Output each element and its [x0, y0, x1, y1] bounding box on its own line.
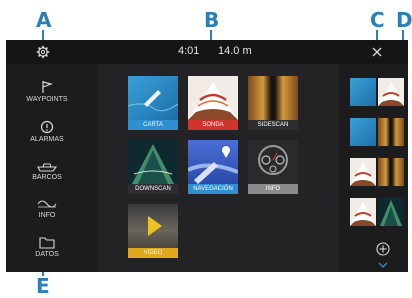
favorite-sidescan-half	[378, 158, 404, 186]
favorite-chart-half	[350, 78, 376, 106]
sidebar-item-waypoints[interactable]: WAYPOINTS	[12, 80, 82, 103]
app-tile-label: VIDEO	[128, 248, 178, 258]
sidebar-item-info[interactable]: INFO	[12, 198, 82, 219]
favorite-chart-sonar[interactable]	[350, 78, 404, 106]
depth-readout: 14.0 m	[218, 45, 252, 57]
device-screen: 4:01 14.0 m WAYPOINTS ALARMAS BARCOS INF…	[6, 40, 408, 272]
favorite-sonar-half	[350, 158, 376, 186]
callout-b: B	[204, 8, 220, 32]
sidebar-item-label: BARCOS	[32, 174, 62, 181]
alarm-icon	[40, 120, 54, 134]
favorite-downscan-half	[378, 198, 404, 226]
sidebar-item-label: ALARMAS	[30, 136, 64, 143]
close-icon[interactable]	[372, 47, 382, 57]
app-tile-label: DOWNSCAN	[128, 184, 178, 194]
folder-icon	[39, 237, 55, 249]
favorite-sidescan-half	[378, 118, 404, 146]
sidebar-item-label: INFO	[38, 212, 56, 219]
app-tile-sidescan[interactable]: SIDESCAN	[248, 76, 298, 130]
wave-icon	[37, 200, 57, 208]
app-tile-label: SONDA	[188, 120, 238, 130]
app-tile-label: SIDESCAN	[248, 120, 298, 130]
gear-icon[interactable]	[36, 45, 50, 59]
app-tile-sonda[interactable]: SONDA	[188, 76, 238, 130]
callout-c: C	[370, 8, 385, 32]
info-app-image	[248, 140, 298, 184]
app-tile-video[interactable]: VIDEO	[128, 204, 178, 258]
sidebar-item-label: WAYPOINTS	[26, 96, 68, 103]
sidebar-item-datos[interactable]: DATOS	[12, 236, 82, 258]
favorite-sonar-sidescan[interactable]	[350, 158, 404, 186]
chevron-down-icon[interactable]	[378, 262, 388, 268]
app-tile-label: NAVEGACIÓN	[188, 184, 238, 194]
app-tile-label: CARTA	[128, 120, 178, 130]
favorite-sonar-half	[350, 198, 376, 226]
sidebar-item-label: DATOS	[35, 251, 59, 258]
favorite-chart-half	[350, 118, 376, 146]
callout-a: A	[36, 8, 52, 32]
app-tile-navegacion[interactable]: NAVEGACIÓN	[188, 140, 238, 194]
favorites-panel	[338, 64, 408, 272]
sidebar-item-barcos[interactable]: BARCOS	[12, 160, 82, 181]
app-tile-downscan[interactable]: DOWNSCAN	[128, 140, 178, 194]
chart-app-image	[128, 76, 178, 120]
navigation-app-image	[188, 140, 238, 184]
sidebar: WAYPOINTS ALARMAS BARCOS INFO DATOS	[6, 64, 98, 272]
status-bar: 4:01 14.0 m	[6, 40, 408, 64]
app-tile-label: INFO	[248, 184, 298, 194]
video-app-image	[128, 204, 178, 248]
app-grid: CARTA SONDA SIDESCAN DOWNSCAN NAVEGACIÓN…	[98, 64, 338, 272]
callout-d: D	[396, 8, 412, 32]
app-tile-info[interactable]: INFO	[248, 140, 298, 194]
downscan-app-image	[128, 140, 178, 184]
clock: 4:01	[178, 45, 200, 57]
sidebar-item-alarmas[interactable]: ALARMAS	[12, 120, 82, 143]
app-tile-carta[interactable]: CARTA	[128, 76, 178, 130]
play-icon	[148, 216, 162, 236]
flag-icon	[42, 81, 54, 93]
callout-e: E	[36, 274, 50, 298]
sidescan-app-image	[248, 76, 298, 120]
plus-circle-icon[interactable]	[376, 242, 390, 256]
favorite-sonar-half	[378, 78, 404, 106]
favorite-chart-sidescan[interactable]	[350, 118, 404, 146]
sonar-app-image	[188, 76, 238, 120]
boat-icon	[37, 163, 57, 172]
favorite-sonar-downscan[interactable]	[350, 198, 404, 226]
